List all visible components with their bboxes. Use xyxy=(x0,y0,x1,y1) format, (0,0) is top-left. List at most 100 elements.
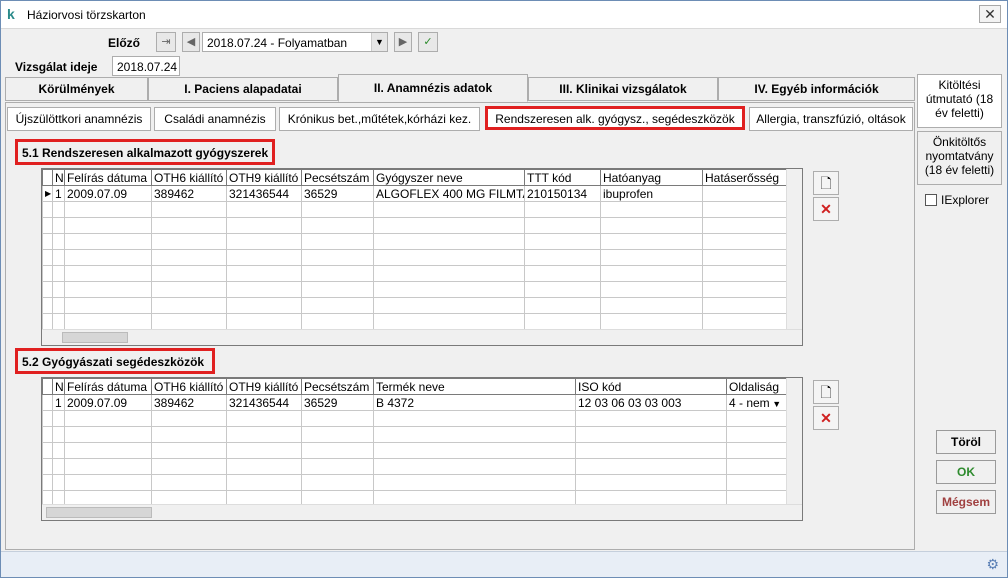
new-medication-icon[interactable]: 🗋 xyxy=(813,171,839,195)
aids-grid[interactable]: N Felírás dátuma OTH6 kiállító OTH9 kiál… xyxy=(41,377,803,521)
col-termek-neve: Termék neve xyxy=(373,378,576,395)
table-row[interactable] xyxy=(42,474,802,491)
prev-arrow-icon[interactable]: ◀ xyxy=(182,32,200,52)
scroll-thumb[interactable] xyxy=(46,507,152,518)
medication-vscroll[interactable] xyxy=(786,169,802,329)
next-arrow-icon[interactable]: ▶ xyxy=(394,32,412,52)
visit-date-field[interactable]: 2018.07.24 xyxy=(112,56,180,76)
delete-button[interactable]: Töröl xyxy=(936,430,996,454)
col-oth6: OTH6 kiállító xyxy=(151,169,227,186)
cell[interactable]: 2009.07.09 xyxy=(64,185,152,202)
col-oth9: OTH9 kiállító xyxy=(226,169,302,186)
table-row[interactable] xyxy=(42,458,802,475)
self-form-button[interactable]: Önkitöltős nyomtatvány (18 év feletti) xyxy=(917,131,1002,185)
subtab-allergia[interactable]: Allergia, transzfúzió, oltások xyxy=(749,107,913,131)
tab-korulmenyek[interactable]: Körülmények xyxy=(5,77,148,101)
gear-icon[interactable]: ⚙ xyxy=(986,556,999,573)
table-row[interactable] xyxy=(42,201,802,218)
table-row[interactable] xyxy=(42,265,802,282)
table-row[interactable] xyxy=(42,410,802,427)
chevron-down-icon[interactable]: ▼ xyxy=(371,33,387,51)
section1-title: 5.1 Rendszeresen alkalmazott gyógyszerek xyxy=(22,146,269,160)
chevron-down-icon[interactable]: ▼ xyxy=(770,399,781,409)
medication-grid[interactable]: N Felírás dátuma OTH6 kiállító OTH9 kiál… xyxy=(41,168,803,346)
col-gyogyszer-neve: Gyógyszer neve xyxy=(373,169,525,186)
subtab-ujszulottkori[interactable]: Újszülöttkori anamnézis xyxy=(7,107,151,131)
cell[interactable]: 321436544 xyxy=(226,185,302,202)
tab-anamnezis-adatok[interactable]: II. Anamnézis adatok xyxy=(338,74,528,102)
col-hatoanyag: Hatóanyag xyxy=(600,169,703,186)
table-row[interactable] xyxy=(42,281,802,298)
table-row[interactable] xyxy=(42,249,802,266)
cell[interactable]: 36529 xyxy=(301,394,374,411)
cell[interactable]: ALGOFLEX 400 MG FILMTA xyxy=(373,185,525,202)
cell[interactable]: ibuprofen xyxy=(600,185,703,202)
iexplorer-label: IExplorer xyxy=(941,193,990,207)
col-felirás-datuma: Felírás dátuma xyxy=(64,169,152,186)
tab-egyeb-informaciok[interactable]: IV. Egyéb információk xyxy=(718,77,915,101)
delete-medication-icon[interactable]: ✕ xyxy=(813,197,839,221)
col-oth9: OTH9 kiállító xyxy=(226,378,302,395)
cell[interactable]: 1 xyxy=(52,185,65,202)
status-bar: ⚙ xyxy=(1,551,1007,577)
scroll-thumb[interactable] xyxy=(62,332,128,343)
table-row[interactable]: 1 2009.07.09 389462 321436544 36529 B 43… xyxy=(42,394,802,411)
subtab-csaladi[interactable]: Családi anamnézis xyxy=(154,107,276,131)
visit-time-label: Vizsgálat ideje xyxy=(15,60,98,74)
cell[interactable]: 1 xyxy=(52,394,65,411)
col-n: N xyxy=(52,378,65,395)
aids-vscroll[interactable] xyxy=(786,378,802,504)
delete-aid-icon[interactable]: ✕ xyxy=(813,406,839,430)
col-pecsetszam: Pecsétszám xyxy=(301,169,374,186)
table-row[interactable] xyxy=(42,313,802,330)
cell[interactable]: 210150134 xyxy=(524,185,601,202)
col-felirás-datuma: Felírás dátuma xyxy=(64,378,152,395)
section2-highlight: 5.2 Gyógyászati segédeszközök xyxy=(15,348,215,374)
col-pecsetszam: Pecsétszám xyxy=(301,378,374,395)
medication-header-row: N Felírás dátuma OTH6 kiállító OTH9 kiál… xyxy=(42,169,802,186)
visit-select[interactable]: 2018.07.24 - Folyamatban ▼ xyxy=(202,32,388,52)
cell[interactable]: 389462 xyxy=(151,394,227,411)
new-aid-icon[interactable]: 🗋 xyxy=(813,380,839,404)
col-ttt-kod: TTT kód xyxy=(524,169,601,186)
section2-title: 5.2 Gyógyászati segédeszközök xyxy=(22,355,205,369)
cell[interactable]: 36529 xyxy=(301,185,374,202)
subtab-rendszeresen[interactable]: Rendszeresen alk. gyógysz., segédeszközö… xyxy=(485,106,745,130)
close-window-button[interactable]: ✕ xyxy=(979,5,1001,23)
cancel-button[interactable]: Mégsem xyxy=(936,490,996,514)
subtab-kronikus[interactable]: Krónikus bet.,műtétek,kórházi kez. xyxy=(279,107,480,131)
aids-header-row: N Felírás dátuma OTH6 kiállító OTH9 kiál… xyxy=(42,378,802,395)
aids-hscroll[interactable] xyxy=(42,504,802,520)
col-indicator xyxy=(42,169,53,186)
table-row[interactable] xyxy=(42,442,802,459)
check-icon[interactable]: ✓ xyxy=(418,32,438,52)
table-row[interactable] xyxy=(42,297,802,314)
main-window: k Háziorvosi törzskarton ✕ Előző ⇥ ◀ 201… xyxy=(0,0,1008,578)
table-row[interactable] xyxy=(42,426,802,443)
tab-paciens-alapadatai[interactable]: I. Paciens alapadatai xyxy=(148,77,338,101)
ok-button[interactable]: OK xyxy=(936,460,996,484)
medication-hscroll[interactable] xyxy=(42,329,802,345)
title-bar: k Háziorvosi törzskarton ✕ xyxy=(1,1,1007,29)
cell[interactable]: 321436544 xyxy=(226,394,302,411)
open-record-icon[interactable]: ⇥ xyxy=(156,32,176,52)
row-pointer-icon: ▶ xyxy=(42,185,53,202)
window-title: Háziorvosi törzskarton xyxy=(27,8,146,22)
table-row[interactable]: ▶ 1 2009.07.09 389462 321436544 36529 AL… xyxy=(42,185,802,202)
cell[interactable]: B 4372 xyxy=(373,394,576,411)
table-row[interactable] xyxy=(42,233,802,250)
visit-select-value: 2018.07.24 - Folyamatban xyxy=(207,36,348,50)
iexplorer-checkbox[interactable] xyxy=(925,194,937,206)
col-n: N xyxy=(52,169,65,186)
table-row[interactable] xyxy=(42,217,802,234)
help-guide-button[interactable]: Kitöltési útmutató (18 év feletti) xyxy=(917,74,1002,128)
cell[interactable]: 12 03 06 03 03 003 xyxy=(575,394,727,411)
prev-label: Előző xyxy=(108,36,140,50)
app-icon: k xyxy=(7,6,15,22)
col-oth6: OTH6 kiállító xyxy=(151,378,227,395)
cell[interactable]: 389462 xyxy=(151,185,227,202)
cell[interactable]: 2009.07.09 xyxy=(64,394,152,411)
tab-klinikai-vizsgalatok[interactable]: III. Klinikai vizsgálatok xyxy=(528,77,718,101)
col-indicator xyxy=(42,378,53,395)
section1-highlight: 5.1 Rendszeresen alkalmazott gyógyszerek xyxy=(15,139,275,165)
